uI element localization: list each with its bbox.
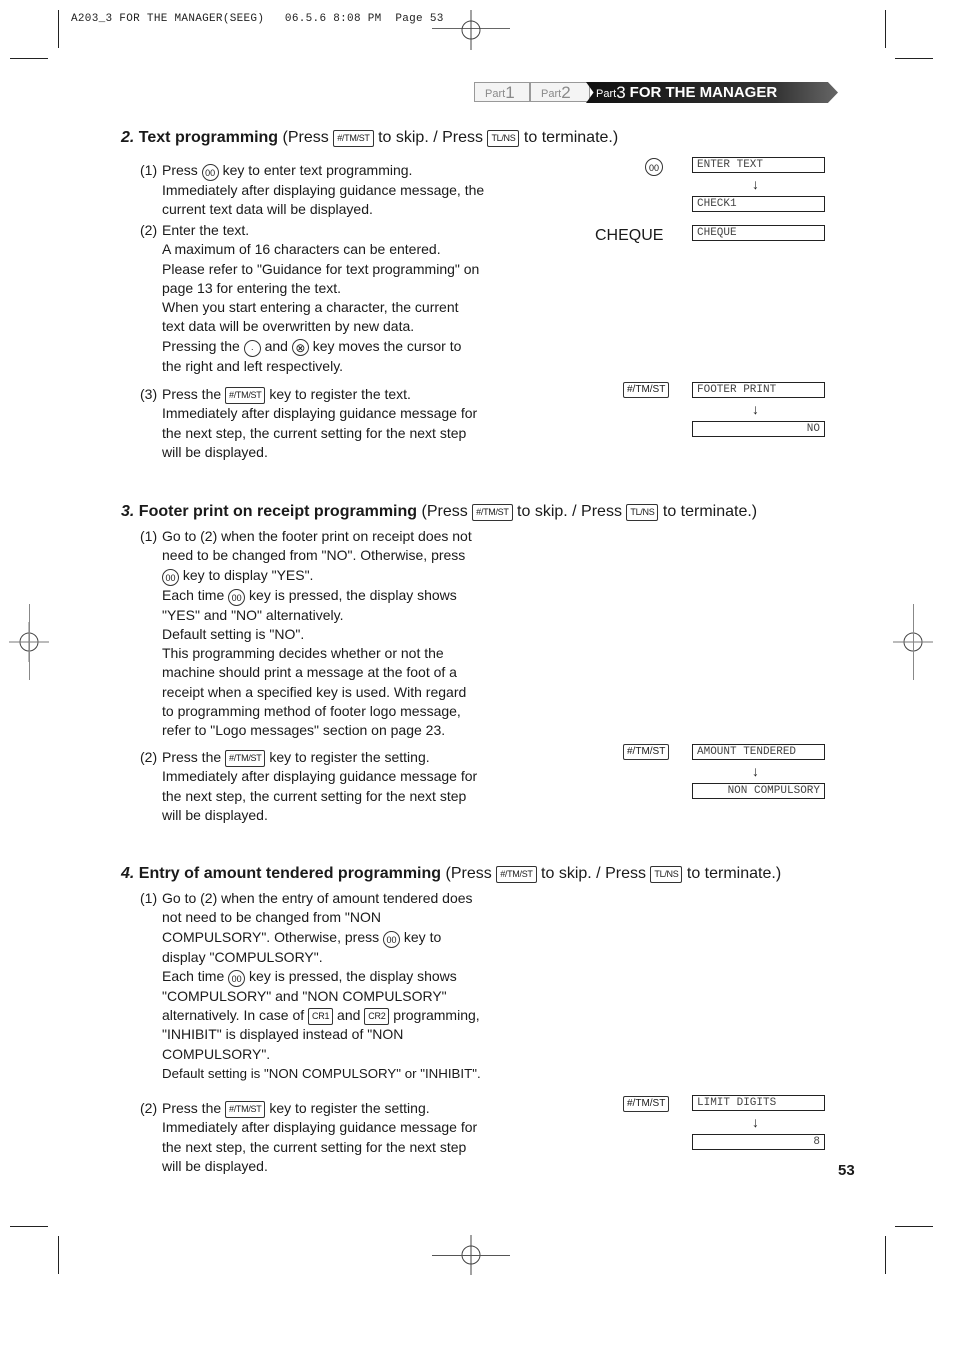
double-zero-key-icon: 00 xyxy=(201,164,219,181)
instruction-step: (2) Enter the text. A maximum of 16 char… xyxy=(140,222,480,374)
crop-mark xyxy=(58,10,59,48)
terminate-key-icon: TL/NS xyxy=(650,866,683,883)
terminate-key-icon: TL/NS xyxy=(487,130,520,147)
crop-mark xyxy=(29,604,30,680)
display-panel: 8 xyxy=(692,1134,825,1150)
section-heading: 2. Text programming (Press #/TM/ST to sk… xyxy=(121,129,619,147)
display-panel: CHEQUE xyxy=(692,225,825,241)
skip-key-icon: #/TM/ST xyxy=(225,750,266,767)
skip-key-icon: #/TM/ST xyxy=(623,1096,670,1112)
tab-part-3[interactable]: Part3 FOR THE MANAGER xyxy=(586,82,838,103)
display-panel: LIMIT DIGITS xyxy=(692,1095,825,1111)
instruction-step: (2) Press the #/TM/ST key to register th… xyxy=(140,1100,478,1174)
crop-mark xyxy=(58,1236,59,1274)
instruction-step: (1) Go to (2) when the entry of amount t… xyxy=(140,890,481,1082)
crop-mark xyxy=(432,1255,510,1256)
skip-key-icon: #/TM/ST xyxy=(623,382,670,398)
crop-mark xyxy=(885,10,886,48)
display-panel: NO xyxy=(692,421,825,437)
section-title: Text programming xyxy=(138,129,279,146)
tab-part-1[interactable]: Part1 xyxy=(474,82,530,102)
section-title: Entry of amount tendered programming xyxy=(138,865,442,882)
part-navigation: Part1 Part2 Part3 FOR THE MANAGER xyxy=(474,82,840,104)
double-zero-key-icon: 00 xyxy=(645,158,663,176)
display-panel: NON COMPULSORY xyxy=(692,783,825,799)
instruction-step: (1) Press 00 key to enter text programmi… xyxy=(140,162,485,218)
registration-mark-icon xyxy=(461,10,481,50)
skip-key-icon: #/TM/ST xyxy=(472,504,513,521)
crop-mark xyxy=(913,604,914,680)
skip-key-icon: #/TM/ST xyxy=(333,130,374,147)
arrow-down-icon: ↓ xyxy=(752,763,759,779)
instruction-step: (2) Press the #/TM/ST key to register th… xyxy=(140,749,478,823)
text-input-example: CHEQUE xyxy=(595,227,664,244)
cr2-key-icon: CR2 xyxy=(364,1008,390,1026)
crop-mark xyxy=(895,1226,933,1227)
double-zero-key-icon: 00 xyxy=(162,568,179,586)
skip-key-icon: #/TM/ST xyxy=(623,744,670,760)
arrow-down-icon: ↓ xyxy=(752,401,759,417)
crop-mark xyxy=(885,1236,886,1274)
double-zero-key-icon: 00 xyxy=(228,588,246,606)
double-zero-key-icon: 00 xyxy=(383,930,400,948)
crop-mark xyxy=(10,58,48,59)
display-panel: CHECK1 xyxy=(692,196,825,212)
instruction-step: (3) Press the #/TM/ST key to register th… xyxy=(140,386,478,460)
part-title: FOR THE MANAGER xyxy=(629,84,778,101)
print-header: A203_3 FOR THE MANAGER(SEEG) 06.5.6 8:08… xyxy=(71,13,444,25)
skip-key-icon: #/TM/ST xyxy=(225,1101,266,1118)
skip-key-icon: #/TM/ST xyxy=(225,387,266,404)
multiply-key-icon: ⊗ xyxy=(291,338,309,356)
section-heading: 4. Entry of amount tendered programming … xyxy=(121,865,782,883)
crop-mark xyxy=(10,1226,48,1227)
instruction-step: (1) Go to (2) when the footer print on r… xyxy=(140,528,472,739)
arrow-down-icon: ↓ xyxy=(752,1114,759,1130)
display-panel: ENTER TEXT xyxy=(692,157,825,173)
arrow-down-icon: ↓ xyxy=(752,176,759,192)
section-title: Footer print on receipt programming xyxy=(138,503,418,520)
section-heading: 3. Footer print on receipt programming (… xyxy=(121,503,758,521)
terminate-key-icon: TL/NS xyxy=(626,504,659,521)
display-panel: AMOUNT TENDERED xyxy=(692,744,825,760)
cr1-key-icon: CR1 xyxy=(308,1008,334,1026)
skip-key-icon: #/TM/ST xyxy=(496,866,537,883)
point-key-icon: · xyxy=(243,339,261,357)
page-number: 53 xyxy=(838,1162,855,1179)
double-zero-key-icon: 00 xyxy=(228,969,246,987)
crop-mark xyxy=(895,58,933,59)
display-panel: FOOTER PRINT xyxy=(692,382,825,398)
tab-part-2[interactable]: Part2 xyxy=(530,82,590,102)
